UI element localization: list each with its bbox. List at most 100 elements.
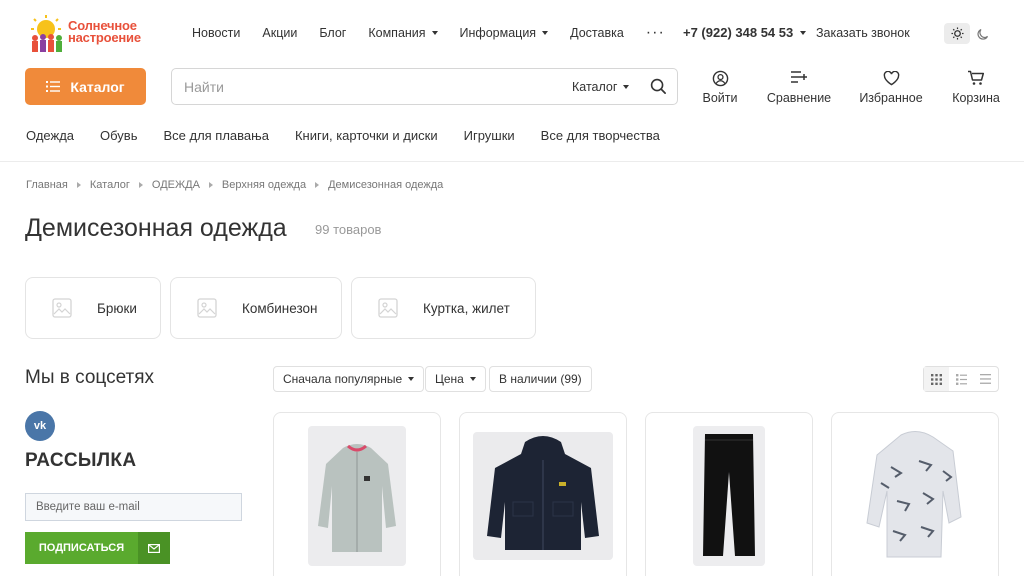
category-shoes[interactable]: Обувь xyxy=(100,128,137,143)
subcategory-card-overall[interactable]: Комбинезон xyxy=(170,277,342,339)
compare-icon xyxy=(791,71,807,83)
search-scope-select[interactable]: Каталог xyxy=(572,80,630,94)
product-card[interactable] xyxy=(645,412,813,576)
mail-icon xyxy=(148,543,160,553)
stock-label: В наличии (99) xyxy=(499,372,582,386)
light-theme-button[interactable] xyxy=(944,23,970,44)
moon-icon xyxy=(977,28,989,40)
product-image[interactable] xyxy=(308,426,406,566)
product-image[interactable] xyxy=(693,426,765,566)
category-clothes[interactable]: Одежда xyxy=(26,128,74,143)
compact-view-button[interactable] xyxy=(973,367,998,391)
caret-down-icon xyxy=(542,31,549,35)
compare-button[interactable]: Сравнение xyxy=(766,68,832,105)
phone-number[interactable]: +7 (922) 348 54 53 xyxy=(683,25,807,40)
phone-text: +7 (922) 348 54 53 xyxy=(683,25,794,40)
subcategory-label: Куртка, жилет xyxy=(423,301,510,316)
breadcrumb-outerwear[interactable]: Верхняя одежда xyxy=(222,179,306,191)
category-creativity[interactable]: Все для творчества xyxy=(541,128,660,143)
price-filter[interactable]: Цена xyxy=(425,366,486,392)
category-swimming[interactable]: Все для плавања xyxy=(163,128,268,143)
email-field[interactable] xyxy=(26,494,241,520)
dark-theme-button[interactable] xyxy=(970,23,996,44)
search-input[interactable] xyxy=(184,78,544,96)
login-label: Войти xyxy=(702,91,738,105)
compare-label: Сравнение xyxy=(766,91,832,105)
cart-button[interactable]: Корзина xyxy=(949,68,1003,105)
image-placeholder-icon xyxy=(52,298,72,318)
vk-icon[interactable]: vk xyxy=(25,411,55,441)
top-nav-company[interactable]: Компания xyxy=(368,26,438,40)
subscribe-button[interactable]: ПОДПИСАТЬСЯ xyxy=(25,532,170,564)
breadcrumb: Главная Каталог ОДЕЖДА Верхняя одежда Де… xyxy=(26,179,443,191)
header-divider xyxy=(0,161,1024,162)
stock-filter[interactable]: В наличии (99) xyxy=(489,366,592,392)
subcategory-card-pants[interactable]: Брюки xyxy=(25,277,161,339)
breadcrumb-separator-icon xyxy=(76,182,81,188)
page-title: Демисезонная одежда xyxy=(25,214,287,242)
sort-label: Сначала популярные xyxy=(283,372,403,386)
list-view-button[interactable] xyxy=(949,367,974,391)
top-nav: Новости Акции Блог Компания Информация Д… xyxy=(192,25,687,41)
breadcrumb-clothes[interactable]: ОДЕЖДА xyxy=(152,179,200,191)
caret-down-icon xyxy=(469,377,476,381)
sun-icon xyxy=(950,27,964,40)
breadcrumb-catalog[interactable]: Каталог xyxy=(90,179,130,191)
grid-view-button[interactable] xyxy=(924,367,949,391)
cart-icon xyxy=(968,70,985,85)
caret-down-icon xyxy=(408,377,415,381)
user-icon xyxy=(712,70,728,86)
breadcrumb-current: Демисезонная одежда xyxy=(328,179,444,191)
jacket-gray-image xyxy=(318,444,396,552)
product-image[interactable] xyxy=(857,427,975,567)
newsletter-title: РАССЫЛКА xyxy=(25,450,137,471)
catalog-button-label: Каталог xyxy=(70,78,125,95)
top-nav-news[interactable]: Новости xyxy=(192,26,240,40)
callback-link[interactable]: Заказать звонок xyxy=(816,26,910,40)
top-nav-blog[interactable]: Блог xyxy=(319,26,346,40)
catalog-button[interactable]: Каталог xyxy=(25,68,146,105)
search-bar: Каталог xyxy=(171,68,678,105)
search-scope-label: Каталог xyxy=(572,80,618,94)
caret-down-icon xyxy=(800,30,807,35)
search-icon[interactable] xyxy=(650,78,667,95)
subcategory-label: Брюки xyxy=(97,301,137,316)
category-toys[interactable]: Игрушки xyxy=(464,128,515,143)
top-nav-info[interactable]: Информация xyxy=(460,26,549,40)
category-books[interactable]: Книги, карточки и диски xyxy=(295,128,438,143)
brand-name: Солнечное настроение xyxy=(68,19,141,44)
subscribe-label: ПОДПИСАТЬСЯ xyxy=(38,542,125,554)
top-nav-promotions[interactable]: Акции xyxy=(262,26,297,40)
product-card[interactable] xyxy=(273,412,441,576)
top-nav-delivery[interactable]: Доставка xyxy=(570,26,624,40)
breadcrumb-home[interactable]: Главная xyxy=(26,179,68,191)
subcategory-label: Комбинезон xyxy=(242,301,318,316)
subcategory-card-jacket[interactable]: Куртка, жилет xyxy=(351,277,536,339)
category-nav: Одежда Обувь Все для плавања Книги, карт… xyxy=(26,128,686,143)
image-placeholder-icon xyxy=(378,298,398,318)
sort-select[interactable]: Сначала популярные xyxy=(273,366,425,392)
breadcrumb-separator-icon xyxy=(208,182,213,188)
price-label: Цена xyxy=(435,372,464,386)
cart-label: Корзина xyxy=(952,91,1000,105)
jacket-print-image xyxy=(866,431,962,558)
list-icon xyxy=(46,81,61,92)
caret-down-icon xyxy=(623,85,630,89)
grid-icon xyxy=(930,373,942,385)
favorites-button[interactable]: Избранное xyxy=(858,68,924,105)
social-title: Мы в соцсетях xyxy=(25,367,155,388)
compact-list-icon xyxy=(980,374,992,384)
vk-label: vk xyxy=(33,420,47,432)
breadcrumb-separator-icon xyxy=(138,182,143,188)
image-placeholder-icon xyxy=(197,298,217,318)
product-card[interactable] xyxy=(831,412,999,576)
sun-logo-icon xyxy=(31,15,62,52)
login-button[interactable]: Войти xyxy=(698,68,742,105)
jacket-navy-image xyxy=(487,436,599,550)
theme-toggle[interactable] xyxy=(944,23,996,44)
product-count: 99 товаров xyxy=(315,222,382,237)
list-view-icon xyxy=(955,373,967,385)
product-image[interactable] xyxy=(473,432,613,560)
more-icon[interactable]: ··· xyxy=(646,25,665,41)
product-card[interactable] xyxy=(459,412,627,576)
